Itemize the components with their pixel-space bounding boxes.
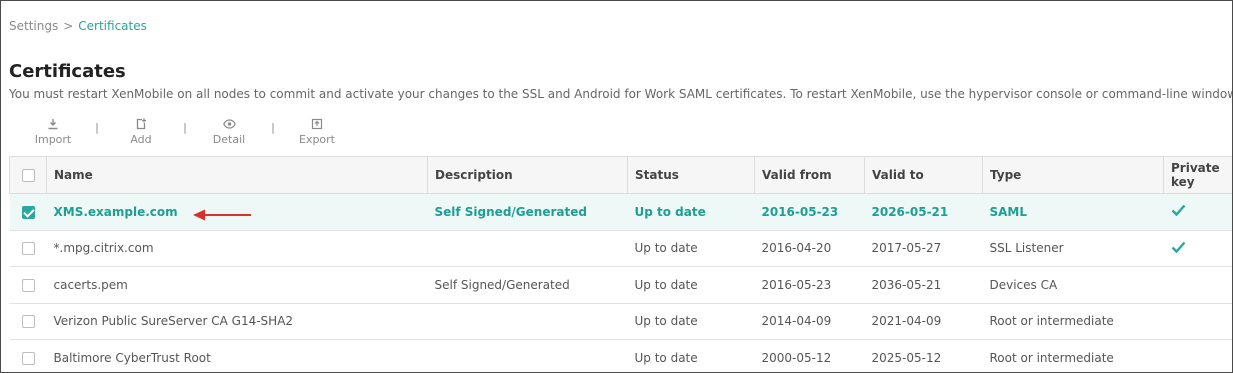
cell-type: SSL Listener bbox=[982, 230, 1164, 267]
cell-name: cacerts.pem bbox=[46, 266, 428, 304]
checkmark-icon bbox=[1171, 204, 1186, 219]
cell-type: SAML bbox=[982, 193, 1164, 231]
select-all-cell bbox=[9, 156, 47, 194]
cell-valid-from: 2014-04-09 bbox=[754, 303, 865, 340]
cell-valid-to: 2025-05-12 bbox=[864, 339, 983, 372]
import-button[interactable]: Import bbox=[21, 117, 85, 146]
toolbar-separator: | bbox=[183, 121, 187, 134]
table-row[interactable]: *.mpg.citrix.com Up to date 2016-04-20 2… bbox=[9, 230, 1232, 267]
certificates-page: Settings > Certificates Certificates You m… bbox=[0, 0, 1233, 373]
cell-status: Up to date bbox=[627, 339, 755, 372]
row-select-cell bbox=[9, 339, 47, 372]
column-header-private-key[interactable]: Private key bbox=[1163, 156, 1232, 194]
add-icon bbox=[135, 117, 147, 131]
column-header-description[interactable]: Description bbox=[427, 156, 628, 194]
row-select-cell bbox=[9, 230, 47, 267]
cell-valid-from: 2016-05-23 bbox=[754, 266, 865, 304]
cell-valid-to: 2021-04-09 bbox=[864, 303, 983, 340]
cell-description bbox=[427, 339, 628, 372]
row-checkbox[interactable] bbox=[21, 278, 35, 292]
row-checkbox[interactable] bbox=[21, 205, 35, 219]
toolbar-separator: | bbox=[271, 121, 275, 134]
cell-description: Self Signed/Generated bbox=[427, 266, 628, 304]
cell-type: Root or intermediate bbox=[982, 339, 1164, 372]
select-all-checkbox[interactable] bbox=[21, 169, 35, 182]
cell-private-key bbox=[1163, 230, 1232, 267]
table-row[interactable]: Verizon Public SureServer CA G14-SHA2 Up… bbox=[9, 303, 1232, 340]
breadcrumb-settings-link[interactable]: Settings bbox=[9, 19, 58, 33]
cell-valid-from: 2016-04-20 bbox=[754, 230, 865, 267]
column-header-type[interactable]: Type bbox=[982, 156, 1164, 194]
cell-private-key bbox=[1163, 303, 1232, 340]
row-select-cell bbox=[9, 266, 47, 304]
row-select-cell bbox=[9, 303, 47, 340]
cell-valid-from: 2000-05-12 bbox=[754, 339, 865, 372]
cell-description bbox=[427, 230, 628, 267]
row-select-cell bbox=[9, 193, 47, 231]
column-header-status[interactable]: Status bbox=[627, 156, 755, 194]
toolbar: Import | Add | Detail | Export bbox=[21, 117, 349, 151]
cell-valid-to: 2036-05-21 bbox=[864, 266, 983, 304]
cell-status: Up to date bbox=[627, 230, 755, 267]
cell-private-key bbox=[1163, 339, 1232, 372]
certificates-table: Name Description Status Valid from Valid… bbox=[9, 156, 1232, 372]
page-title: Certificates bbox=[9, 61, 126, 82]
cell-description bbox=[427, 303, 628, 340]
cell-valid-to: 2017-05-27 bbox=[864, 230, 983, 267]
cell-name: *.mpg.citrix.com bbox=[46, 230, 428, 267]
column-header-valid-to[interactable]: Valid to bbox=[864, 156, 983, 194]
cell-name: Verizon Public SureServer CA G14-SHA2 bbox=[46, 303, 428, 340]
breadcrumb: Settings > Certificates bbox=[9, 19, 147, 33]
eye-icon bbox=[222, 117, 236, 131]
annotation-arrow-icon bbox=[193, 209, 251, 221]
cell-private-key bbox=[1163, 266, 1232, 304]
cell-valid-to: 2026-05-21 bbox=[864, 193, 983, 231]
row-checkbox[interactable] bbox=[21, 351, 35, 365]
cell-valid-from: 2016-05-23 bbox=[754, 193, 865, 231]
cell-status: Up to date bbox=[627, 303, 755, 340]
column-header-name[interactable]: Name bbox=[46, 156, 428, 194]
row-checkbox[interactable] bbox=[21, 242, 35, 256]
table-header-row: Name Description Status Valid from Valid… bbox=[9, 156, 1232, 194]
add-button[interactable]: Add bbox=[109, 117, 173, 146]
cell-name: Baltimore CyberTrust Root bbox=[46, 339, 428, 372]
column-header-valid-from[interactable]: Valid from bbox=[754, 156, 865, 194]
cell-type: Devices CA bbox=[982, 266, 1164, 304]
cell-type: Root or intermediate bbox=[982, 303, 1164, 340]
table-row[interactable]: cacerts.pem Self Signed/Generated Up to … bbox=[9, 266, 1232, 304]
checkmark-icon bbox=[1171, 241, 1186, 256]
add-label: Add bbox=[130, 133, 152, 146]
row-checkbox[interactable] bbox=[21, 315, 35, 329]
restart-notice: You must restart XenMobile on all nodes … bbox=[9, 87, 1233, 101]
import-icon bbox=[47, 117, 59, 131]
detail-label: Detail bbox=[212, 133, 246, 146]
toolbar-separator: | bbox=[95, 121, 99, 134]
cell-status: Up to date bbox=[627, 193, 755, 231]
breadcrumb-certificates-link[interactable]: Certificates bbox=[78, 19, 147, 33]
import-label: Import bbox=[34, 133, 72, 146]
cell-private-key bbox=[1163, 193, 1232, 231]
breadcrumb-separator: > bbox=[63, 19, 74, 33]
export-button[interactable]: Export bbox=[285, 117, 349, 146]
table-row[interactable]: Baltimore CyberTrust Root Up to date 200… bbox=[9, 339, 1232, 372]
detail-button[interactable]: Detail bbox=[197, 117, 261, 146]
export-label: Export bbox=[298, 133, 335, 146]
cell-status: Up to date bbox=[627, 266, 755, 304]
cell-description: Self Signed/Generated bbox=[427, 193, 628, 231]
export-icon bbox=[311, 117, 323, 131]
